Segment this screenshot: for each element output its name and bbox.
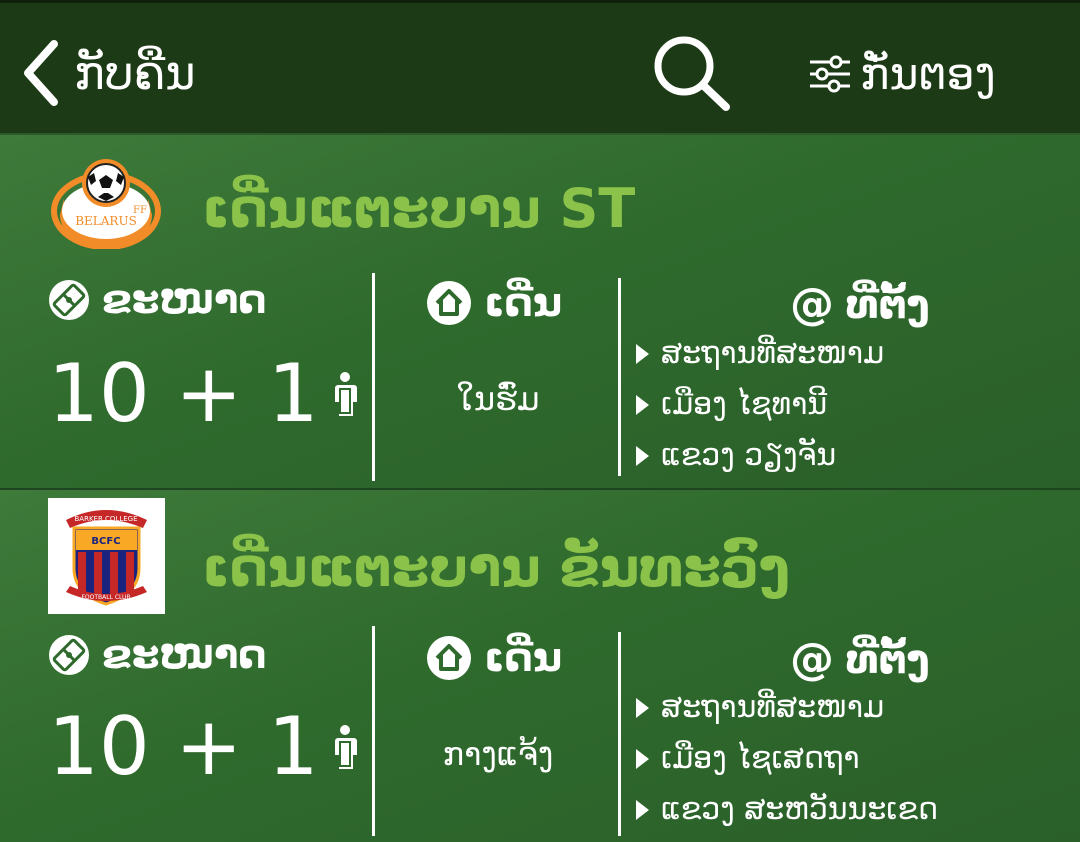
at-icon: @: [790, 634, 834, 685]
location-heading: @ ທີ່ຕັ້ງ: [790, 279, 930, 330]
field-type-heading: ເດີ່ນ: [426, 635, 562, 681]
person-icon: [334, 724, 357, 769]
home-icon: [427, 636, 471, 680]
field-card[interactable]: BELARUS FF ເດີ່ນແຕະບານ ST ຂະໜາດ 10 + 1 ເ…: [0, 135, 1080, 489]
location-list: ສະຖານທີ່ສະໜາມ ເມືອງ ໄຊທານີ ແຂວງ ວຽງຈັນ: [636, 328, 884, 481]
chevron-left-icon: [24, 40, 58, 106]
pitch-icon: [49, 280, 89, 320]
filter-label: ກັ່ນຕອງ: [860, 48, 996, 100]
divider: [618, 632, 621, 836]
field-card[interactable]: BARKER COLLEGE BCFC FOOTBALL CLUB ເດີ່ນແ…: [0, 490, 1080, 842]
field-type-value: ກາງແຈ້ງ: [442, 735, 554, 773]
bullet-icon: [636, 799, 649, 820]
field-type-value: ໃນຮົ່ມ: [456, 380, 540, 418]
barker-college-fc-logo: BARKER COLLEGE BCFC FOOTBALL CLUB: [48, 498, 165, 614]
location-heading: @ ທີ່ຕັ້ງ: [790, 634, 930, 685]
field-label: ເດີ່ນ: [484, 280, 563, 326]
field-name[interactable]: ເດີ່ນແຕະບານ ST: [202, 177, 635, 240]
at-icon: @: [790, 279, 834, 330]
back-label: ກັບຄືນ: [74, 46, 196, 100]
field-type-heading: ເດີ່ນ: [426, 280, 562, 326]
svg-text:BARKER COLLEGE: BARKER COLLEGE: [74, 515, 137, 523]
location-item: ສະຖານທີ່ສະໜາມ: [636, 328, 884, 379]
home-icon: [427, 281, 471, 325]
size-label: ຂະໜາດ: [102, 277, 267, 323]
location-label: ທີ່ຕັ້ງ: [846, 281, 930, 328]
bullet-icon: [636, 445, 649, 466]
divider: [372, 273, 375, 481]
filter-button[interactable]: ກັ່ນຕອງ: [808, 39, 996, 109]
sliders-icon: [810, 55, 850, 93]
divider: [372, 626, 375, 836]
location-label: ທີ່ຕັ້ງ: [846, 636, 930, 683]
bullet-icon: [636, 697, 649, 718]
location-item: ແຂວງ ວຽງຈັນ: [636, 430, 884, 481]
location-item: ເມືອງ ໄຊເສດຖາ: [636, 733, 938, 784]
player-count-value: 10 + 1: [48, 700, 319, 793]
location-item: ສະຖານທີ່ສະໜາມ: [636, 682, 938, 733]
bullet-icon: [636, 394, 649, 415]
player-count: 10 + 1: [48, 347, 359, 440]
person-icon: [334, 371, 357, 416]
pitch-icon: [49, 635, 89, 675]
divider: [618, 278, 621, 476]
svg-text:BCFC: BCFC: [91, 536, 120, 547]
svg-text:BELARUS: BELARUS: [75, 214, 137, 228]
back-button[interactable]: ກັບຄືນ: [20, 33, 196, 113]
search-icon[interactable]: [650, 33, 734, 113]
bullet-icon: [636, 748, 649, 769]
player-count: 10 + 1: [48, 700, 359, 793]
size-heading: ຂະໜາດ: [48, 632, 267, 678]
size-label: ຂະໜາດ: [102, 632, 267, 678]
top-bar: ກັບຄືນ ກັ່ນຕອງ: [0, 0, 1080, 133]
svg-text:FF: FF: [133, 205, 147, 216]
bullet-icon: [636, 343, 649, 364]
field-label: ເດີ່ນ: [484, 635, 563, 681]
player-count-value: 10 + 1: [48, 347, 319, 440]
belarus-ff-logo: BELARUS FF: [51, 159, 161, 249]
size-heading: ຂະໜາດ: [48, 277, 267, 323]
location-list: ສະຖານທີ່ສະໜາມ ເມືອງ ໄຊເສດຖາ ແຂວງ ສະຫວັນນ…: [636, 682, 938, 835]
location-item: ເມືອງ ໄຊທານີ: [636, 379, 884, 430]
location-item: ແຂວງ ສະຫວັນນະເຂດ: [636, 784, 938, 835]
svg-text:FOOTBALL CLUB: FOOTBALL CLUB: [81, 594, 130, 601]
field-name[interactable]: ເດີ່ນແຕະບານ ຂັນທະວົງ: [202, 536, 790, 599]
